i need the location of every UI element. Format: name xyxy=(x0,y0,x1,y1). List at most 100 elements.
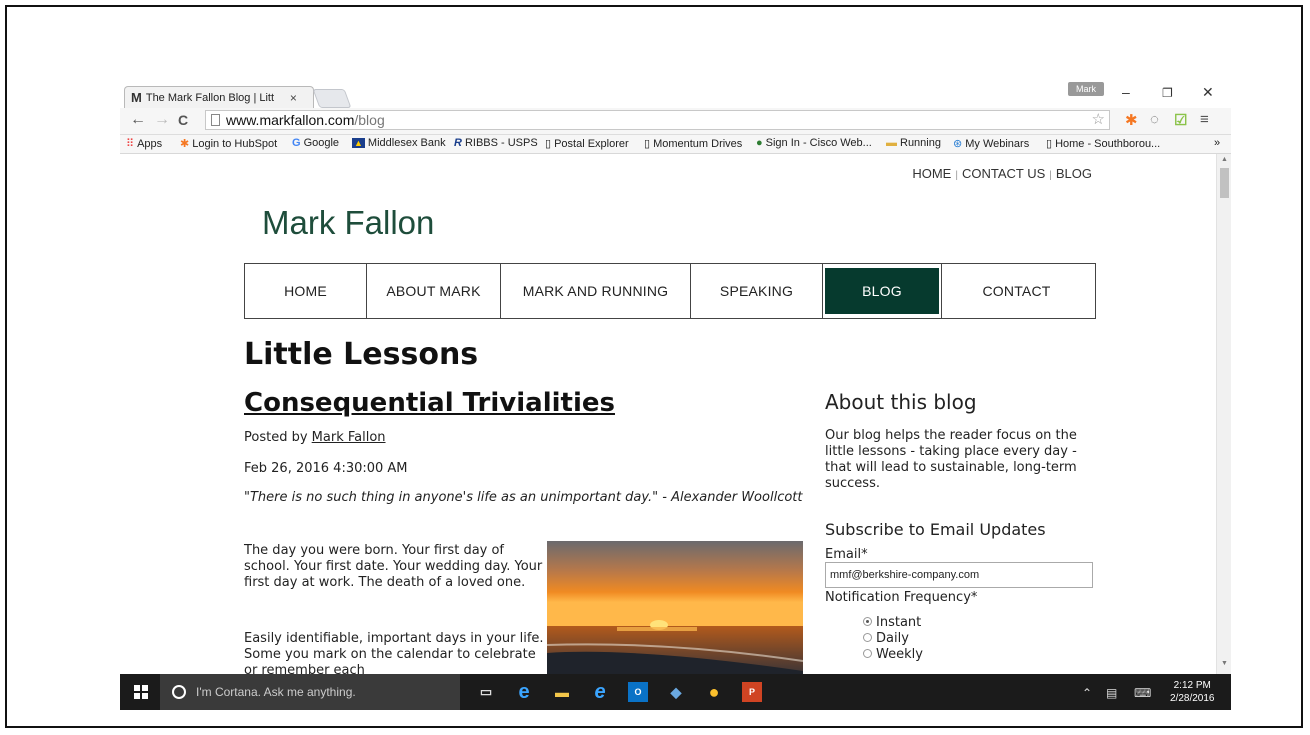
bookmark-southborough[interactable]: ▯ Home - Southborou... xyxy=(1046,137,1160,150)
edge-icon[interactable]: e xyxy=(514,681,534,703)
top-links: HOME | CONTACT US | BLOG xyxy=(912,166,1092,181)
sunset-photo xyxy=(547,541,803,674)
tab-close-icon[interactable]: × xyxy=(290,91,297,105)
chrome-icon[interactable]: ● xyxy=(704,682,724,702)
close-window-icon[interactable]: ✕ xyxy=(1202,84,1214,101)
nav-about-mark[interactable]: ABOUT MARK xyxy=(367,264,501,318)
browser-window: M The Mark Fallon Blog | Litt × Mark – ❐… xyxy=(120,80,1231,710)
apps-grid-icon: ⠿ xyxy=(126,138,135,150)
nav-speaking[interactable]: SPEAKING xyxy=(691,264,823,318)
minimize-icon[interactable]: – xyxy=(1122,84,1130,100)
google-icon: G xyxy=(292,137,301,149)
task-view-icon[interactable]: ▭ xyxy=(476,682,496,702)
cortana-search-box[interactable]: I'm Cortana. Ask me anything. xyxy=(160,674,460,710)
nav-blog[interactable]: BLOG xyxy=(825,268,939,314)
folder-icon: ▬ xyxy=(886,137,897,149)
post-paragraph: Easily identifiable, important days in y… xyxy=(244,631,544,674)
page-icon: ▯ xyxy=(1046,138,1053,150)
hubspot-icon: ✱ xyxy=(180,138,190,150)
bookmark-cisco[interactable]: ● Sign In - Cisco Web... xyxy=(756,137,872,149)
top-link-home[interactable]: HOME xyxy=(912,166,951,181)
bookmarks-bar: ⠿ Apps ✱ Login to HubSpot G Google ▲ Middles… xyxy=(120,135,1231,154)
scroll-down-icon[interactable]: ▼ xyxy=(1221,660,1228,667)
tab-title: The Mark Fallon Blog | Litt xyxy=(145,91,275,104)
globe-icon: ● xyxy=(756,137,763,149)
page-icon: ▯ xyxy=(644,138,651,150)
subscribe-title: Subscribe to Email Updates xyxy=(825,520,1046,539)
bookmark-middlesex[interactable]: ▲ Middlesex Bank xyxy=(352,137,446,149)
bookmark-running[interactable]: ▬ Running xyxy=(886,137,941,149)
cortana-icon xyxy=(172,685,186,699)
bookmark-postal-explorer[interactable]: ▯ Postal Explorer xyxy=(545,137,629,150)
internet-explorer-icon[interactable]: e xyxy=(590,681,610,703)
post-byline: Posted by Mark Fallon xyxy=(244,430,386,445)
menu-icon[interactable]: ≡ xyxy=(1200,111,1209,128)
clock-date: 2/28/2016 xyxy=(1170,693,1215,704)
notes-app-icon[interactable]: ◆ xyxy=(666,682,686,702)
tray-chevron-icon[interactable]: ⌃ xyxy=(1082,686,1092,700)
keyboard-icon[interactable]: ⌨ xyxy=(1134,686,1151,700)
radio-selected-icon xyxy=(863,617,872,626)
page-scrollbar[interactable]: ▲ ▼ xyxy=(1216,154,1231,674)
post-quote: "There is no such thing in anyone's life… xyxy=(244,490,803,505)
page-icon xyxy=(211,114,220,126)
nav-home[interactable]: HOME xyxy=(245,264,367,318)
bookmarks-overflow-icon[interactable]: » xyxy=(1214,137,1220,149)
nav-contact[interactable]: CONTACT xyxy=(941,264,1091,318)
post-title-link[interactable]: Consequential Trivialities xyxy=(244,388,615,418)
back-arrow-icon[interactable]: ← xyxy=(130,111,146,129)
star-bookmark-icon[interactable]: ☆ xyxy=(1092,111,1105,129)
about-text: Our blog helps the reader focus on the l… xyxy=(825,428,1077,491)
frequency-label: Notification Frequency* xyxy=(825,590,978,605)
top-link-contact[interactable]: CONTACT US xyxy=(962,166,1045,181)
system-clock[interactable]: 2:12 PM 2/28/2016 xyxy=(1170,679,1215,705)
browser-toolbar: ← → C www.markfallon.com/blog ☆ ✱ ◌ ☑ ≡ xyxy=(120,108,1231,135)
radio-weekly[interactable]: Weekly xyxy=(863,647,1095,663)
windows-start-icon[interactable] xyxy=(134,685,148,699)
action-center-icon[interactable]: ▤ xyxy=(1106,686,1117,700)
site-logo[interactable]: Mark Fallon xyxy=(262,204,434,242)
webinar-icon: ⊛ xyxy=(953,138,963,150)
sidebar: About this blog Our blog helps the reade… xyxy=(825,390,1095,663)
restore-icon[interactable]: ❐ xyxy=(1162,86,1173,100)
bookmark-ribbs[interactable]: R RIBBS - USPS xyxy=(454,137,538,149)
bookmark-apps[interactable]: ⠿ Apps xyxy=(126,137,162,150)
hubspot-extension-icon[interactable]: ✱ xyxy=(1125,111,1138,129)
scroll-up-icon[interactable]: ▲ xyxy=(1221,156,1228,163)
about-title: About this blog xyxy=(825,390,977,414)
bookmark-google[interactable]: G Google xyxy=(292,137,339,149)
site-favicon-icon: M xyxy=(131,90,142,105)
check-extension-icon[interactable]: ☑ xyxy=(1174,111,1187,129)
email-field[interactable]: mmf@berkshire-company.com xyxy=(825,562,1093,588)
outlook-icon[interactable]: O xyxy=(628,682,648,702)
bookmark-hubspot[interactable]: ✱ Login to HubSpot xyxy=(180,137,277,150)
radio-daily[interactable]: Daily xyxy=(863,631,1095,647)
powerpoint-icon[interactable]: P xyxy=(742,682,762,702)
url-host: www.markfallon.com xyxy=(226,112,355,128)
main-nav: HOME ABOUT MARK MARK AND RUNNING SPEAKIN… xyxy=(244,263,1096,319)
new-tab-button[interactable] xyxy=(312,89,352,108)
posted-by-label: Posted by xyxy=(244,430,308,445)
blog-heading: Little Lessons xyxy=(244,337,479,372)
bookmark-momentum[interactable]: ▯ Momentum Drives xyxy=(644,137,742,150)
bank-icon: ▲ xyxy=(352,138,365,148)
usps-icon: R xyxy=(454,137,462,149)
slide-frame: M The Mark Fallon Blog | Litt × Mark – ❐… xyxy=(5,5,1303,728)
author-link[interactable]: Mark Fallon xyxy=(312,430,386,445)
address-bar[interactable]: www.markfallon.com/blog ☆ xyxy=(205,110,1110,130)
reload-icon[interactable]: C xyxy=(178,112,188,128)
url-path: /blog xyxy=(354,112,385,128)
tab-strip: M The Mark Fallon Blog | Litt × Mark – ❐… xyxy=(120,80,1231,108)
radio-empty-icon xyxy=(863,649,872,658)
refresh-extension-icon[interactable]: ◌ xyxy=(1150,111,1159,128)
email-label: Email* xyxy=(825,547,868,562)
browser-tab[interactable]: M The Mark Fallon Blog | Litt × xyxy=(124,86,314,108)
scroll-thumb[interactable] xyxy=(1220,168,1229,198)
bookmark-webinars[interactable]: ⊛ My Webinars xyxy=(953,137,1029,150)
file-explorer-icon[interactable]: ▬ xyxy=(552,682,572,702)
forward-arrow-icon[interactable]: → xyxy=(154,111,170,129)
profile-badge[interactable]: Mark xyxy=(1068,82,1104,96)
top-link-blog[interactable]: BLOG xyxy=(1056,166,1092,181)
nav-mark-and-running[interactable]: MARK AND RUNNING xyxy=(501,264,691,318)
radio-instant[interactable]: Instant xyxy=(863,615,1095,631)
